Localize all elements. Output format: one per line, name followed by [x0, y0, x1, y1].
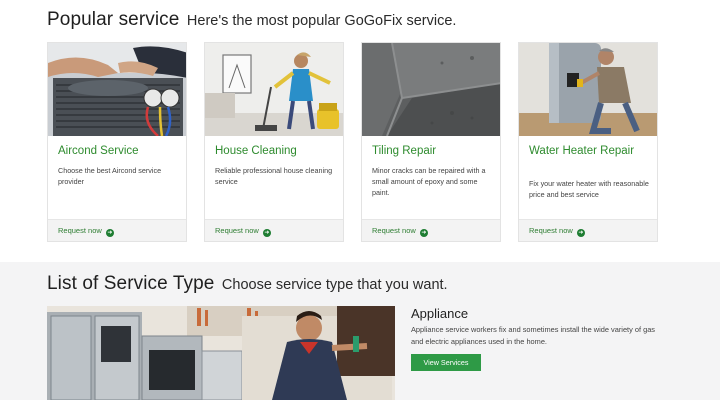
arrow-right-icon: ➜ — [105, 229, 114, 237]
card-footer: Request now ➜ — [519, 219, 657, 241]
popular-service-subtitle: Here's the most popular GoGoFix service. — [186, 13, 457, 29]
arrow-right-icon: ➜ — [576, 229, 585, 237]
request-now-link[interactable]: Request now ➜ — [58, 226, 114, 237]
service-type-section: List of Service Type Choose service type… — [0, 262, 720, 400]
service-type-title: List of Service Type — [47, 273, 215, 294]
service-card-aircond[interactable]: Aircond Service Choose the best Aircond … — [47, 42, 187, 242]
card-footer: Request now ➜ — [205, 219, 343, 241]
service-type-subtitle: Choose service type that you want. — [221, 277, 448, 293]
tiling-repair-image — [362, 43, 500, 136]
request-now-label: Request now — [215, 226, 259, 235]
card-description: Choose the best Aircond service provider — [58, 166, 162, 186]
card-footer: Request now ➜ — [362, 219, 500, 241]
request-now-link[interactable]: Request now ➜ — [529, 226, 585, 237]
popular-service-title: Popular service — [47, 9, 180, 30]
request-now-label: Request now — [372, 226, 416, 235]
appliance-description: Appliance service workers fix and someti… — [411, 325, 655, 346]
request-now-label: Request now — [529, 226, 573, 235]
arrow-right-icon: ➜ — [419, 229, 428, 237]
service-card-tiling-repair[interactable]: Tiling Repair Minor cracks can be repair… — [361, 42, 501, 242]
house-cleaning-image — [205, 43, 343, 136]
card-description: Fix your water heater with reasonable pr… — [529, 179, 649, 199]
card-footer: Request now ➜ — [48, 219, 186, 241]
aircond-service-image — [48, 43, 186, 136]
service-cards: Aircond Service Choose the best Aircond … — [47, 42, 658, 242]
appliance-title: Appliance — [411, 306, 469, 321]
view-services-button[interactable]: View Services — [411, 354, 481, 371]
appliance-image — [47, 306, 395, 400]
popular-service-heading: Popular service Here's the most popular … — [47, 9, 456, 31]
card-description: Reliable professional house cleaning ser… — [215, 166, 333, 186]
service-type-heading: List of Service Type Choose service type… — [47, 273, 448, 295]
card-description: Minor cracks can be repaired with a smal… — [372, 166, 486, 197]
card-title: Aircond Service — [58, 145, 139, 157]
request-now-link[interactable]: Request now ➜ — [372, 226, 428, 237]
request-now-link[interactable]: Request now ➜ — [215, 226, 271, 237]
water-heater-repair-image — [519, 43, 657, 136]
arrow-right-icon: ➜ — [262, 229, 271, 237]
request-now-label: Request now — [58, 226, 102, 235]
card-title: House Cleaning — [215, 145, 297, 157]
card-title: Water Heater Repair — [529, 145, 635, 157]
popular-service-section: Popular service Here's the most popular … — [0, 0, 720, 262]
service-card-water-heater-repair[interactable]: Water Heater Repair Fix your water heate… — [518, 42, 658, 242]
card-title: Tiling Repair — [372, 145, 437, 157]
service-card-house-cleaning[interactable]: House Cleaning Reliable professional hou… — [204, 42, 344, 242]
